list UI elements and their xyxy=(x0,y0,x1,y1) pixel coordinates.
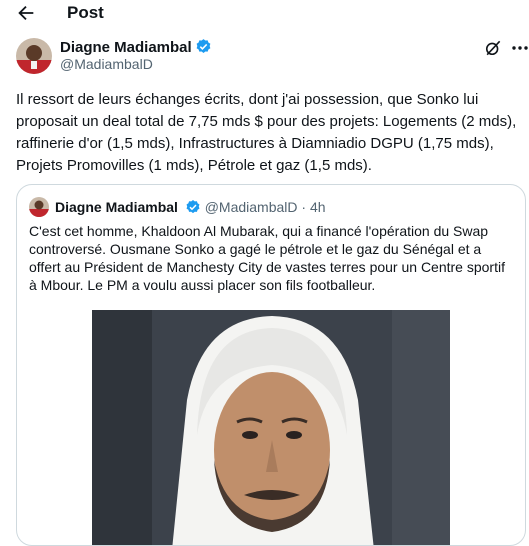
quote-text: C'est cet homme, Khaldoon Al Mubarak, qu… xyxy=(29,223,505,293)
author-avatar[interactable] xyxy=(16,38,52,74)
verified-badge-icon xyxy=(196,39,211,53)
top-bar: Post xyxy=(0,0,529,28)
separator-dot: · xyxy=(301,199,307,215)
quote-photo[interactable] xyxy=(92,310,450,545)
quote-timestamp: 4h xyxy=(309,199,326,215)
quote-author-handle: @MadiambalD xyxy=(204,199,298,215)
more-options-icon[interactable] xyxy=(510,38,529,58)
quoted-post[interactable]: Diagne Madiambal @MadiambalD · 4h C'est … xyxy=(16,184,526,546)
author-name[interactable]: Diagne Madiambal xyxy=(60,38,212,56)
quote-author-avatar xyxy=(29,197,49,217)
back-arrow-icon[interactable] xyxy=(14,2,38,24)
grok-icon[interactable] xyxy=(483,38,503,58)
post-text: Il ressort de leurs échanges écrits, don… xyxy=(16,91,517,174)
quote-header: Diagne Madiambal @MadiambalD · 4h xyxy=(55,199,326,215)
verified-badge-icon xyxy=(186,200,200,214)
quote-author-name: Diagne Madiambal xyxy=(55,199,178,215)
author-handle[interactable]: @MadiambalD xyxy=(60,56,153,72)
page-title: Post xyxy=(67,3,104,22)
